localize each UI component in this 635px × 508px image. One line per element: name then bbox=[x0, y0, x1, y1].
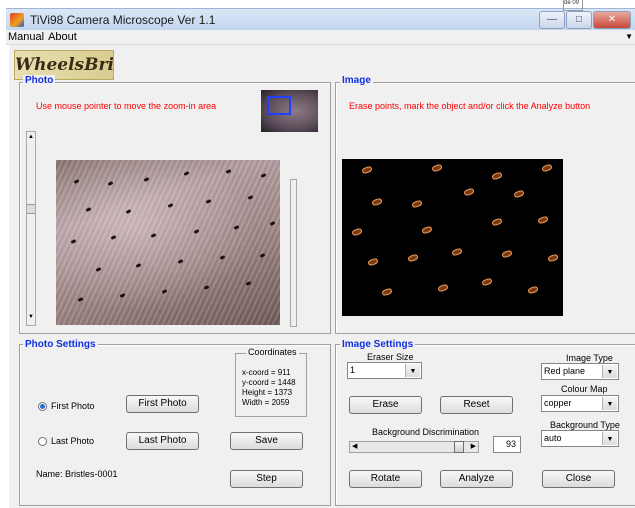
photo-settings-title: Photo Settings bbox=[23, 339, 98, 350]
zoom-area-indicator[interactable] bbox=[267, 96, 291, 115]
microscope-photo[interactable] bbox=[56, 160, 280, 325]
chevron-down-icon[interactable]: ▼ bbox=[602, 397, 617, 410]
first-photo-radio[interactable] bbox=[38, 402, 47, 411]
menu-bar: Manual About ▼ bbox=[6, 30, 635, 45]
image-settings-title: Image Settings bbox=[340, 339, 416, 350]
menu-manual[interactable]: Manual bbox=[6, 30, 46, 44]
photo-vertical-scrollbar[interactable]: ▲ ▼ bbox=[26, 131, 36, 326]
image-type-label: Image Type bbox=[566, 353, 613, 363]
chevron-down-icon[interactable]: ▼ bbox=[405, 364, 420, 377]
slider-thumb[interactable] bbox=[453, 441, 464, 453]
background-window-fragment: de 09 bbox=[563, 0, 583, 11]
eraser-size-select[interactable]: 1 ▼ bbox=[347, 362, 422, 379]
background-type-label: Background Type bbox=[550, 420, 620, 430]
photo-thumbnail[interactable] bbox=[261, 90, 318, 132]
background-discrimination-label: Background Discrimination bbox=[372, 427, 480, 437]
image-panel-title: Image bbox=[340, 75, 373, 86]
menu-about[interactable]: About bbox=[46, 30, 79, 44]
photo-zoom-scrollbar[interactable] bbox=[290, 179, 297, 327]
eraser-size-value: 1 bbox=[350, 365, 356, 375]
coordinates-box: Coordinates x-coord = 911 y-coord = 1448… bbox=[235, 347, 307, 417]
image-type-select[interactable]: Red plane ▼ bbox=[541, 363, 619, 380]
coordinates-title: Coordinates bbox=[246, 347, 299, 357]
analyze-button[interactable]: Analyze bbox=[440, 470, 513, 488]
last-photo-radio[interactable] bbox=[38, 437, 47, 446]
chevron-down-icon[interactable]: ▼ bbox=[602, 432, 617, 445]
scroll-up-icon[interactable]: ▲ bbox=[28, 134, 34, 140]
last-photo-radio-label: Last Photo bbox=[51, 436, 95, 446]
photo-instruction: Use mouse pointer to move the zoom-in ar… bbox=[36, 101, 217, 111]
background-discrimination-value[interactable]: 93 bbox=[493, 436, 521, 453]
chevron-down-icon[interactable]: ▼ bbox=[625, 30, 633, 44]
close-icon[interactable]: ✕ bbox=[593, 11, 631, 29]
analysis-image[interactable] bbox=[342, 159, 563, 316]
y-coord-readout: y-coord = 1448 bbox=[242, 378, 296, 387]
background-discrimination-slider[interactable]: ◀ ▶ bbox=[349, 441, 479, 453]
maximize-icon[interactable]: □ bbox=[566, 11, 592, 29]
save-button[interactable]: Save bbox=[230, 432, 303, 450]
scroll-down-icon[interactable]: ▼ bbox=[28, 314, 34, 320]
photo-name: Name: Bristles-0001 bbox=[36, 469, 118, 479]
rotate-button[interactable]: Rotate bbox=[349, 470, 422, 488]
eraser-size-label: Eraser Size bbox=[367, 352, 414, 362]
first-photo-radio-label: First Photo bbox=[51, 401, 95, 411]
image-instruction: Erase points, mark the object and/or cli… bbox=[349, 101, 591, 111]
title-bar: TiVi98 Camera Microscope Ver 1.1 — □ ✕ bbox=[6, 8, 635, 31]
photo-panel-title: Photo bbox=[23, 75, 56, 86]
slider-left-icon[interactable]: ◀ bbox=[352, 442, 357, 452]
app-icon bbox=[10, 13, 24, 27]
x-coord-readout: x-coord = 911 bbox=[242, 368, 291, 377]
minimize-icon[interactable]: — bbox=[539, 11, 565, 29]
window-controls: — □ ✕ bbox=[538, 9, 631, 29]
reset-button[interactable]: Reset bbox=[440, 396, 513, 414]
main-content: WheelsBridge Photo Use mouse pointer to … bbox=[6, 45, 635, 508]
background-type-value: auto bbox=[544, 433, 562, 443]
step-button[interactable]: Step bbox=[230, 470, 303, 488]
first-photo-button[interactable]: First Photo bbox=[126, 395, 199, 413]
colour-map-value: copper bbox=[544, 398, 572, 408]
window-title: TiVi98 Camera Microscope Ver 1.1 bbox=[30, 13, 216, 27]
colour-map-select[interactable]: copper ▼ bbox=[541, 395, 619, 412]
slider-right-icon[interactable]: ▶ bbox=[471, 442, 476, 452]
colour-map-label: Colour Map bbox=[561, 384, 608, 394]
close-button[interactable]: Close bbox=[542, 470, 615, 488]
erase-button[interactable]: Erase bbox=[349, 396, 422, 414]
width-readout: Width = 2059 bbox=[242, 398, 290, 407]
background-type-select[interactable]: auto ▼ bbox=[541, 430, 619, 447]
window-edge bbox=[6, 45, 9, 508]
image-type-value: Red plane bbox=[544, 366, 586, 376]
scroll-thumb[interactable] bbox=[27, 204, 35, 214]
last-photo-button[interactable]: Last Photo bbox=[126, 432, 199, 450]
chevron-down-icon[interactable]: ▼ bbox=[602, 365, 617, 378]
height-readout: Height = 1373 bbox=[242, 388, 293, 397]
